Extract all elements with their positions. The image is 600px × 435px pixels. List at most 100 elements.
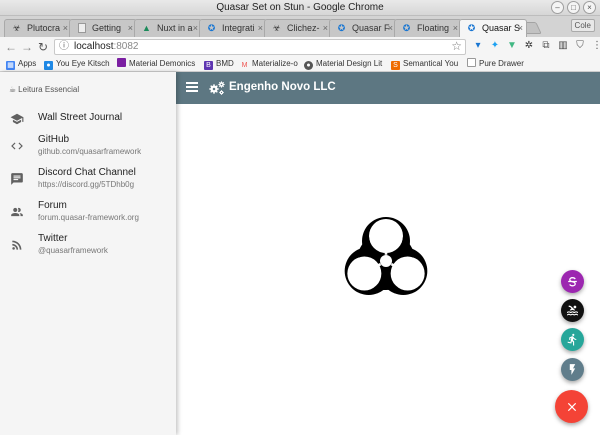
- drawer-item-forum[interactable]: Forum forum.quasar-framework.org: [0, 197, 176, 230]
- back-button[interactable]: ←: [4, 39, 18, 55]
- close-tab-icon[interactable]: ×: [63, 20, 68, 37]
- drawer-item-sublabel: https://discord.gg/5TDhb0g: [38, 180, 135, 189]
- quasar-icon: ✪: [207, 23, 216, 33]
- tab-getting[interactable]: Getting ×: [69, 19, 137, 37]
- bookmark-material-demonics[interactable]: Material Demonics: [117, 58, 195, 70]
- close-icon: [567, 402, 576, 411]
- bookmark-favicon: S: [391, 61, 400, 70]
- rss-icon: [12, 240, 22, 250]
- bookmark-materialize[interactable]: M Materialize-o: [240, 58, 298, 70]
- drawer-item-twitter[interactable]: Twitter @quasarframework: [0, 230, 176, 263]
- bookmark-bmd[interactable]: B BMD: [204, 58, 234, 70]
- pool-icon: [567, 305, 578, 316]
- book-icon[interactable]: ▥: [557, 40, 569, 52]
- bookmark-apps[interactable]: ▦ Apps: [6, 58, 36, 70]
- app-title: Engenho Novo LLC: [229, 81, 336, 93]
- menu-dots-icon[interactable]: ⋮: [591, 40, 600, 52]
- fab-grey-button[interactable]: [561, 358, 584, 381]
- drawer-item-label: GitHub: [38, 134, 70, 145]
- biohazard-icon: [344, 217, 428, 295]
- forward-button[interactable]: →: [20, 39, 34, 55]
- tab-label: Getting: [92, 23, 122, 33]
- tab-label: Clichez-: [287, 23, 320, 33]
- minimize-button[interactable]: –: [551, 1, 564, 14]
- close-tab-icon[interactable]: ×: [258, 20, 263, 37]
- drawer-header-label: Leitura Essencial: [18, 85, 80, 94]
- drawer-item-sublabel: @quasarframework: [38, 246, 108, 255]
- close-tab-icon[interactable]: ×: [128, 20, 133, 37]
- close-tab-icon[interactable]: ×: [388, 20, 393, 37]
- tab-integrati[interactable]: ✪ Integrati ×: [199, 19, 267, 37]
- bookmark-label: Material Demonics: [129, 59, 196, 68]
- drawer-header: ☕ Leitura Essencial: [9, 85, 79, 94]
- tab-label: Quasar F: [352, 23, 390, 33]
- bolt-icon: [569, 364, 576, 375]
- coffee-icon: ☕: [9, 85, 17, 94]
- drawer-item-label: Wall Street Journal: [38, 112, 123, 123]
- close-window-button[interactable]: ×: [583, 1, 596, 14]
- fab-purple-button[interactable]: [561, 270, 584, 293]
- profile-button[interactable]: Cole: [570, 19, 595, 32]
- info-icon[interactable]: ⓘ: [58, 41, 70, 53]
- bookmark-label: Material Design Lit: [316, 59, 383, 68]
- bookmark-pure-drawer[interactable]: Pure Drawer: [467, 58, 524, 70]
- tab-label: Nuxt in a: [157, 23, 193, 33]
- quasar-icon: ✪: [402, 23, 411, 33]
- quasar-icon: ✪: [337, 23, 346, 33]
- tab-label: Plutocra: [27, 23, 61, 33]
- tab-quasar-f[interactable]: ✪ Quasar F ×: [329, 19, 397, 37]
- drawer-item-label: Forum: [38, 200, 67, 211]
- close-tab-icon[interactable]: ×: [193, 20, 198, 37]
- document-icon: [78, 23, 86, 33]
- tab-quasar-s[interactable]: ✪ Quasar S ×: [459, 19, 527, 37]
- tab-nuxt[interactable]: ▲ Nuxt in a ×: [134, 19, 202, 37]
- twitter-icon[interactable]: ✦: [489, 40, 501, 52]
- bookmark-you-eye-kitsch[interactable]: ● You Eye Kitsch: [44, 58, 110, 70]
- app-header: Engenho Novo LLC: [176, 72, 600, 104]
- nuxt-icon: ▲: [142, 23, 151, 33]
- menu-icon[interactable]: [186, 82, 198, 92]
- bookmark-label: Materialize-o: [252, 59, 298, 68]
- window-title: Quasar Set on Stun - Google Chrome: [216, 2, 384, 13]
- app-viewport: ☕ Leitura Essencial Wall Street Journal G…: [0, 72, 600, 435]
- url-text: localhost:8082: [74, 41, 139, 52]
- fab-black-button[interactable]: [561, 299, 584, 322]
- gear-icon[interactable]: ✲: [523, 40, 535, 52]
- quasar-icon: ✪: [467, 23, 476, 33]
- drawer-item-discord[interactable]: Discord Chat Channel https://discord.gg/…: [0, 164, 176, 197]
- close-tab-icon[interactable]: ×: [323, 20, 328, 37]
- bookmark-star-icon[interactable]: ☆: [451, 39, 462, 53]
- fab-teal-button[interactable]: [561, 328, 584, 351]
- bookmark-label: Semantical You: [403, 59, 459, 68]
- biohazard-icon: ☣: [272, 23, 281, 33]
- tab-clichez[interactable]: ☣ Clichez- ×: [264, 19, 332, 37]
- biohazard-icon: ☣: [12, 23, 21, 33]
- tab-strip: ☣ Plutocra × Getting × ▲ Nuxt in a × ✪ I…: [0, 16, 600, 37]
- maximize-button[interactable]: □: [567, 1, 580, 14]
- bookmark-label: Apps: [18, 59, 37, 68]
- drawer-item-label: Twitter: [38, 233, 68, 244]
- bookmark-label: Pure Drawer: [479, 59, 524, 68]
- currency-icon: [568, 277, 577, 287]
- shield-icon[interactable]: ⛉: [574, 40, 586, 52]
- bookmark-semantical-you[interactable]: S Semantical You: [391, 58, 458, 70]
- tab-label: Integrati: [222, 23, 255, 33]
- vue-devtools-icon[interactable]: ▾: [472, 40, 484, 52]
- bookmark-favicon: B: [204, 61, 213, 70]
- close-tab-icon[interactable]: ×: [453, 20, 458, 37]
- puzzle-icon[interactable]: ⧉: [540, 40, 552, 52]
- tab-plutocra[interactable]: ☣ Plutocra ×: [4, 19, 72, 37]
- apps-grid-icon: ▦: [6, 61, 15, 70]
- drawer-item-label: Discord Chat Channel: [38, 167, 136, 178]
- vue-icon[interactable]: ▼: [506, 40, 518, 52]
- close-tab-icon[interactable]: ×: [518, 20, 523, 37]
- bookmark-favicon: ●: [44, 61, 53, 70]
- tab-floating[interactable]: ✪ Floating ×: [394, 19, 462, 37]
- reload-button[interactable]: ↻: [36, 39, 50, 55]
- address-bar[interactable]: ⓘ localhost:8082 ☆: [54, 39, 466, 55]
- fab-close-button[interactable]: [555, 390, 588, 423]
- bookmark-material-design-lit[interactable]: ● Material Design Lit: [304, 58, 382, 70]
- drawer-item-github[interactable]: GitHub github.com/quasarframework: [0, 131, 176, 164]
- bookmark-favicon: [117, 58, 126, 67]
- cogs-icon: [209, 81, 225, 95]
